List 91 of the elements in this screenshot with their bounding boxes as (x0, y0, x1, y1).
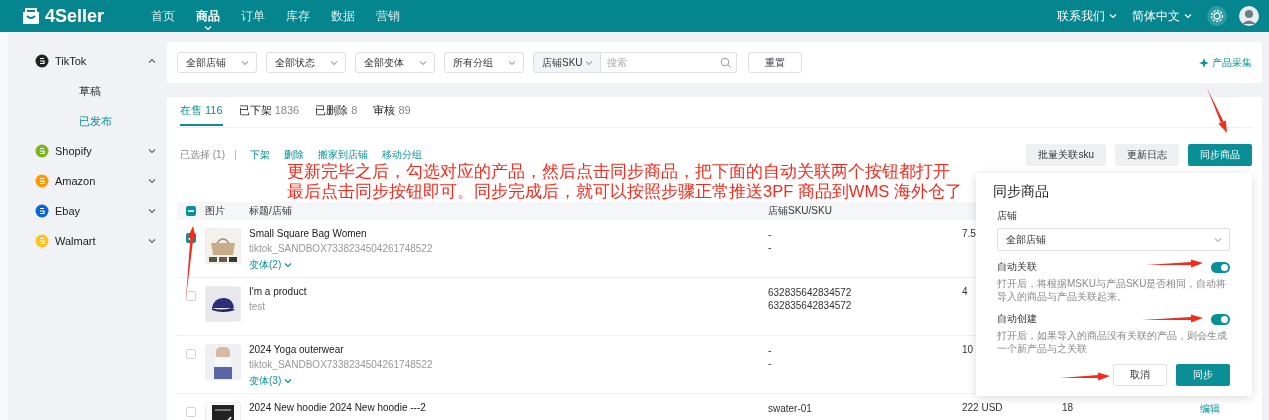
sku-text: - (768, 228, 773, 241)
chevron-icon (283, 260, 294, 270)
chevron-icon[interactable] (147, 236, 157, 246)
store-select[interactable]: 全部店铺 (997, 228, 1230, 251)
sparkle-icon (1198, 57, 1209, 68)
option-label: 自动创建 (997, 312, 1037, 326)
chevron-icon (1183, 11, 1193, 21)
product-title: 2024 New hoodie 2024 New hoodie ---2 (249, 402, 427, 413)
select-all-checkbox[interactable] (186, 206, 196, 216)
variants-toggle[interactable]: 变体(2) (249, 258, 768, 272)
product-title: 2024 Yoga outerwear (249, 344, 345, 355)
reset-button[interactable]: 重置 (748, 52, 802, 73)
annotation-text: 更新完毕之后，勾选对应的产品，然后点击同步商品，把下面的自动关联两个按钮都打开 (287, 161, 950, 181)
product-title: I'm a product (249, 286, 308, 297)
store-name: test (249, 301, 267, 312)
language-menu[interactable]: 简体中文 (1132, 7, 1193, 25)
action-link[interactable]: 删除 (284, 148, 304, 162)
sku-text: 632835642834572 (768, 286, 853, 299)
collect-link[interactable]: 产品采集 (1198, 55, 1252, 70)
nav-tab[interactable]: 库存 (275, 5, 320, 27)
column-header: 店铺SKU/SKU (768, 204, 833, 218)
tab[interactable]: 在售 116 (180, 103, 223, 126)
filter-select[interactable]: 所有分组 (444, 52, 524, 73)
price-text: 4 (962, 286, 968, 297)
edit-link[interactable]: 编辑 (1200, 402, 1260, 416)
toolbar-button[interactable]: 批量关联sku (1026, 144, 1106, 166)
logo-text: 4Seller (45, 5, 105, 27)
sku-text: swater-01 (768, 402, 813, 415)
chevron-icon[interactable] (147, 206, 157, 216)
price-text: 10 (962, 344, 974, 355)
sidebar-item[interactable]: 已发布 (79, 113, 112, 129)
tab[interactable]: 已下架 1836 (238, 103, 300, 126)
option-description: 打开后，将根据MSKU与产品SKU是否相同，自动将导入的商品与产品关联起来。 (997, 277, 1228, 303)
action-link[interactable]: 搬家到店铺 (318, 148, 368, 162)
nav-tab[interactable]: 首页 (140, 5, 185, 27)
chevron-icon[interactable] (147, 56, 157, 66)
sidebar-item[interactable]: 草稿 (79, 83, 101, 99)
sku-type-select[interactable]: 店铺SKU (533, 52, 601, 73)
filter-select[interactable]: 全部店铺 (177, 52, 257, 73)
confirm-button[interactable]: 同步 (1176, 364, 1230, 386)
toggle-switch[interactable] (1211, 313, 1230, 325)
filter-select[interactable]: 全部状态 (266, 52, 346, 73)
search-field[interactable]: 搜索 (601, 52, 737, 73)
chevron-icon (1108, 11, 1118, 21)
sku-text: - (768, 357, 773, 370)
arrow (1207, 88, 1227, 133)
sync-button[interactable]: 同步商品 (1188, 144, 1252, 166)
annotation-text: 最后点击同步按钮即可。同步完成后，就可以按照步骤正常推送3PF 商品到WMS 海外仓了 (287, 181, 962, 201)
avatar-icon[interactable] (1239, 6, 1259, 26)
filter-select[interactable]: 全部变体 (355, 52, 435, 73)
stock-text: 18 (1062, 402, 1074, 413)
store-name: tiktok_SANDBOX7338234504261748522 (249, 359, 434, 370)
dialog-title: 同步商品 (993, 183, 1050, 201)
search-icon (720, 57, 731, 68)
sku-text: 632835642834572 (768, 299, 853, 312)
platform-item[interactable]: TikTok (55, 55, 141, 67)
nav-tab[interactable]: 数据 (320, 5, 365, 27)
platform-item[interactable]: Ebay (55, 205, 141, 217)
selected-count: 已选择 (1) (180, 148, 225, 162)
field-label: 店铺 (997, 209, 1018, 223)
chevron-icon[interactable] (147, 176, 157, 186)
platform-item[interactable]: Shopify (55, 145, 141, 157)
action-link[interactable]: 移动分组 (382, 148, 422, 162)
column-header: 图片 (205, 204, 226, 218)
nav-tab[interactable]: 商品 (185, 5, 230, 27)
minus-icon (187, 207, 195, 215)
store-name: tiktok_SANDBOX7338234504261748522 (249, 243, 434, 254)
chevron-icon (283, 376, 294, 386)
tab[interactable]: 审核 89 (373, 103, 411, 126)
nav-tab[interactable]: 订单 (230, 5, 275, 27)
option-label: 自动关联 (997, 260, 1037, 274)
toolbar-button[interactable]: 更新日志 (1115, 144, 1179, 166)
option-description: 打开后，如果导入的商品没有关联的产品，则会生成一个新产品与之关联 (997, 329, 1228, 355)
logo-icon (22, 7, 40, 25)
platform-item[interactable]: Walmart (55, 235, 141, 247)
price-text: 222 USD (962, 402, 1003, 413)
product-title: Small Square Bag Women (249, 228, 368, 239)
platform-item[interactable]: Amazon (55, 175, 141, 187)
nav-tab[interactable]: 营销 (365, 5, 410, 27)
tab[interactable]: 已删除 8 (315, 103, 358, 126)
chevron-icon[interactable] (147, 146, 157, 156)
price-text: 7.5 (962, 228, 976, 239)
sku-text: - (768, 241, 773, 254)
action-link[interactable]: 下架 (250, 148, 270, 162)
settings-icon[interactable] (1207, 6, 1227, 26)
sku-text: - (768, 344, 773, 357)
contact-menu[interactable]: 联系我们 (1057, 7, 1118, 25)
column-header: 标题/店铺 (249, 204, 293, 218)
cancel-button[interactable]: 取消 (1113, 364, 1167, 386)
variants-toggle[interactable]: 变体(3) (249, 374, 768, 388)
toggle-switch[interactable] (1211, 261, 1230, 273)
